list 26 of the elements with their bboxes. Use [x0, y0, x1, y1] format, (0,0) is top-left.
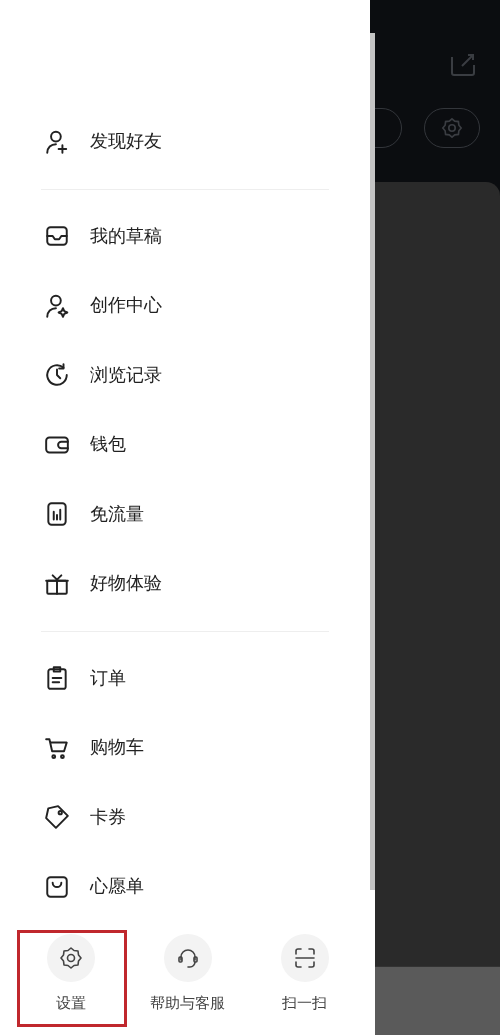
scan-icon — [292, 946, 317, 970]
action-button[interactable]: 帮助与客服 — [129, 930, 246, 1015]
clipboard-icon — [44, 665, 70, 692]
tag-icon — [44, 804, 70, 831]
edit-icon[interactable] — [450, 53, 476, 77]
action-button[interactable]: 扫一扫 — [246, 930, 363, 1015]
menu-item[interactable]: 好物体验 — [0, 549, 370, 619]
menu-item[interactable]: 心愿单 — [0, 852, 370, 910]
menu-item[interactable]: 发现好友 — [0, 107, 370, 177]
menu-item[interactable]: 浏览记录 — [0, 340, 370, 410]
menu-item[interactable]: 钱包 — [0, 410, 370, 480]
menu-item[interactable]: 购物车 — [0, 713, 370, 783]
action-button[interactable]: 设置 — [12, 930, 129, 1015]
menu-item[interactable]: 免流量 — [0, 479, 370, 549]
menu-item[interactable]: 创作中心 — [0, 271, 370, 341]
person-add-icon — [44, 128, 70, 155]
settings-icon — [441, 117, 463, 139]
settings-icon — [58, 946, 83, 970]
data-chart-icon — [44, 501, 70, 528]
person-star-icon — [44, 292, 70, 319]
headset-icon — [175, 946, 200, 970]
bag-icon — [44, 873, 70, 900]
menu-item[interactable]: 卡券 — [0, 782, 370, 852]
clock-icon — [44, 362, 70, 389]
menu-item[interactable]: 订单 — [0, 643, 370, 713]
menu-item[interactable]: 我的草稿 — [0, 201, 370, 271]
